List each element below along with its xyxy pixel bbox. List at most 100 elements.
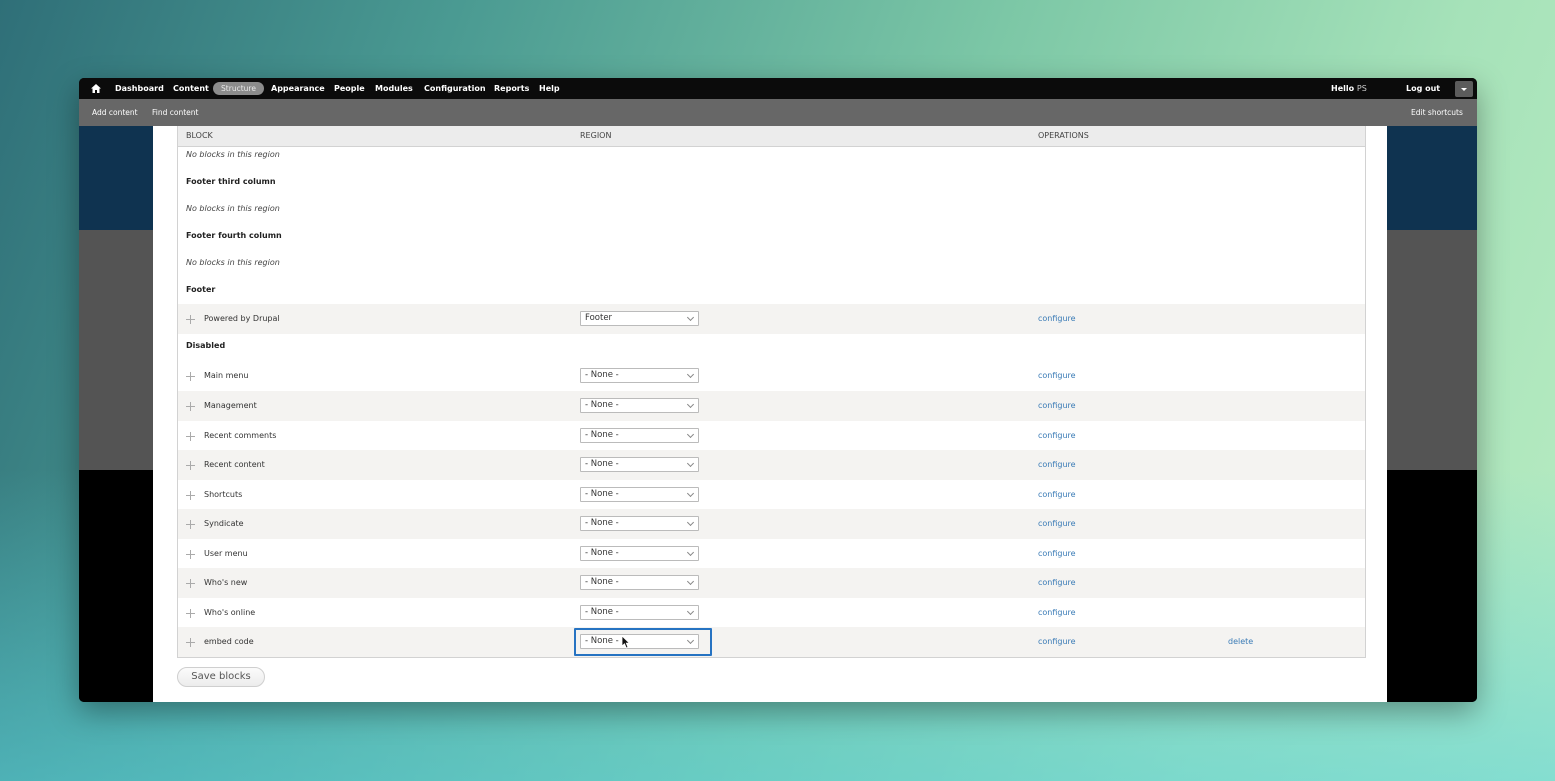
chevron-down-icon (1461, 88, 1467, 91)
delete-link[interactable]: delete (1228, 637, 1253, 646)
drag-handle-icon[interactable] (186, 550, 195, 559)
toolbar-people[interactable]: People (334, 78, 365, 99)
save-blocks-button[interactable]: Save blocks (177, 667, 265, 687)
edit-shortcuts-link[interactable]: Edit shortcuts (1411, 99, 1463, 126)
table-row: Recent content - None - configure (178, 450, 1365, 480)
toolbar-structure[interactable]: Structure (213, 82, 264, 95)
drag-handle-icon[interactable] (186, 491, 195, 500)
block-name: Management (204, 401, 257, 410)
region-select[interactable]: - None - (580, 428, 699, 443)
table-row: Who's new - None - configure (178, 568, 1365, 598)
chevron-down-icon (686, 430, 695, 439)
region-header-row: Footer (178, 284, 1365, 298)
focus-ring (574, 628, 712, 656)
drag-handle-icon[interactable] (186, 579, 195, 588)
drag-handle-icon[interactable] (186, 520, 195, 529)
toolbar-modules[interactable]: Modules (375, 78, 413, 99)
configure-link[interactable]: configure (1038, 490, 1076, 499)
region-select-value: - None - (585, 459, 619, 469)
region-empty-row: No blocks in this region (178, 203, 1365, 217)
chevron-down-icon (686, 370, 695, 379)
chevron-down-icon (686, 489, 695, 498)
configure-link[interactable]: configure (1038, 314, 1076, 323)
region-title: Disabled (186, 341, 226, 350)
drag-handle-icon[interactable] (186, 609, 195, 618)
drag-handle-icon[interactable] (186, 432, 195, 441)
region-select[interactable]: - None - (580, 457, 699, 472)
chevron-down-icon (686, 518, 695, 527)
home-icon[interactable] (91, 84, 101, 93)
block-name: Main menu (204, 371, 249, 380)
toolbar-dashboard[interactable]: Dashboard (115, 78, 164, 99)
region-select[interactable]: - None - (580, 368, 699, 383)
table-row: User menu - None - configure (178, 539, 1365, 569)
configure-link[interactable]: configure (1038, 637, 1076, 646)
configure-link[interactable]: configure (1038, 401, 1076, 410)
blocks-table: BLOCK REGION OPERATIONS No blocks in thi… (177, 126, 1366, 658)
configure-link[interactable]: configure (1038, 460, 1076, 469)
shortcuts-toggle-button[interactable] (1455, 81, 1473, 97)
blocks-page: BLOCK REGION OPERATIONS No blocks in thi… (153, 126, 1387, 702)
region-select-value: - None - (585, 607, 619, 617)
configure-link[interactable]: configure (1038, 519, 1076, 528)
chevron-down-icon (686, 400, 695, 409)
shortcut-add-content[interactable]: Add content (92, 99, 138, 126)
table-row: Main menu - None - configure (178, 361, 1365, 391)
region-select[interactable]: - None - (580, 546, 699, 561)
chevron-down-icon (686, 459, 695, 468)
configure-link[interactable]: configure (1038, 431, 1076, 440)
drag-handle-icon[interactable] (186, 638, 195, 647)
region-select[interactable]: Footer (580, 311, 699, 326)
empty-region-text: No blocks in this region (186, 150, 280, 159)
configure-link[interactable]: configure (1038, 578, 1076, 587)
region-header-row: Footer third column (178, 176, 1365, 190)
configure-link[interactable]: configure (1038, 549, 1076, 558)
chevron-down-icon (686, 313, 695, 322)
region-select[interactable]: - None - (580, 487, 699, 502)
toolbar-configuration[interactable]: Configuration (424, 78, 486, 99)
configure-link[interactable]: configure (1038, 608, 1076, 617)
col-operations-header: OPERATIONS (1038, 131, 1089, 140)
region-select[interactable]: - None - (580, 575, 699, 590)
block-name: Recent content (204, 460, 265, 469)
admin-toolbar: Dashboard Content Structure Appearance P… (79, 78, 1477, 99)
block-name: Who's online (204, 608, 256, 617)
region-select-value: - None - (585, 548, 619, 558)
region-empty-row: No blocks in this region (178, 257, 1365, 271)
block-name: Shortcuts (204, 490, 243, 499)
shortcut-bar: Add content Find content Edit shortcuts (79, 99, 1477, 126)
region-select-value: - None - (585, 370, 619, 380)
hello-label: Hello PS (1331, 78, 1367, 99)
region-empty-row: No blocks in this region (178, 149, 1365, 163)
block-name: embed code (204, 637, 254, 646)
table-row: Syndicate - None - configure (178, 509, 1365, 539)
region-select-value: - None - (585, 518, 619, 528)
configure-link[interactable]: configure (1038, 371, 1076, 380)
table-row: Recent comments - None - configure (178, 421, 1365, 451)
block-name: Who's new (204, 578, 248, 587)
drag-handle-icon[interactable] (186, 372, 195, 381)
shortcut-find-content[interactable]: Find content (152, 99, 198, 126)
toolbar-help[interactable]: Help (539, 78, 560, 99)
browser-window: Dashboard Content Structure Appearance P… (79, 78, 1477, 702)
drag-handle-icon[interactable] (186, 402, 195, 411)
empty-region-text: No blocks in this region (186, 204, 280, 213)
region-select[interactable]: - None - (580, 516, 699, 531)
region-select[interactable]: - None - (580, 398, 699, 413)
region-select[interactable]: - None - (580, 605, 699, 620)
block-name: Syndicate (204, 519, 244, 528)
toolbar-reports[interactable]: Reports (494, 78, 529, 99)
block-name: Powered by Drupal (204, 314, 280, 323)
region-select-value: Footer (585, 313, 613, 323)
toolbar-content[interactable]: Content (173, 78, 209, 99)
table-row: embed code - None - configure delete (178, 627, 1365, 657)
table-header: BLOCK REGION OPERATIONS (178, 126, 1365, 147)
toolbar-appearance[interactable]: Appearance (271, 78, 325, 99)
table-row: Shortcuts - None - configure (178, 480, 1365, 510)
logout-link[interactable]: Log out (1406, 78, 1440, 99)
chevron-down-icon (686, 607, 695, 616)
block-name: Recent comments (204, 431, 277, 440)
drag-handle-icon[interactable] (186, 461, 195, 470)
user-name[interactable]: PS (1357, 84, 1367, 93)
drag-handle-icon[interactable] (186, 315, 195, 324)
